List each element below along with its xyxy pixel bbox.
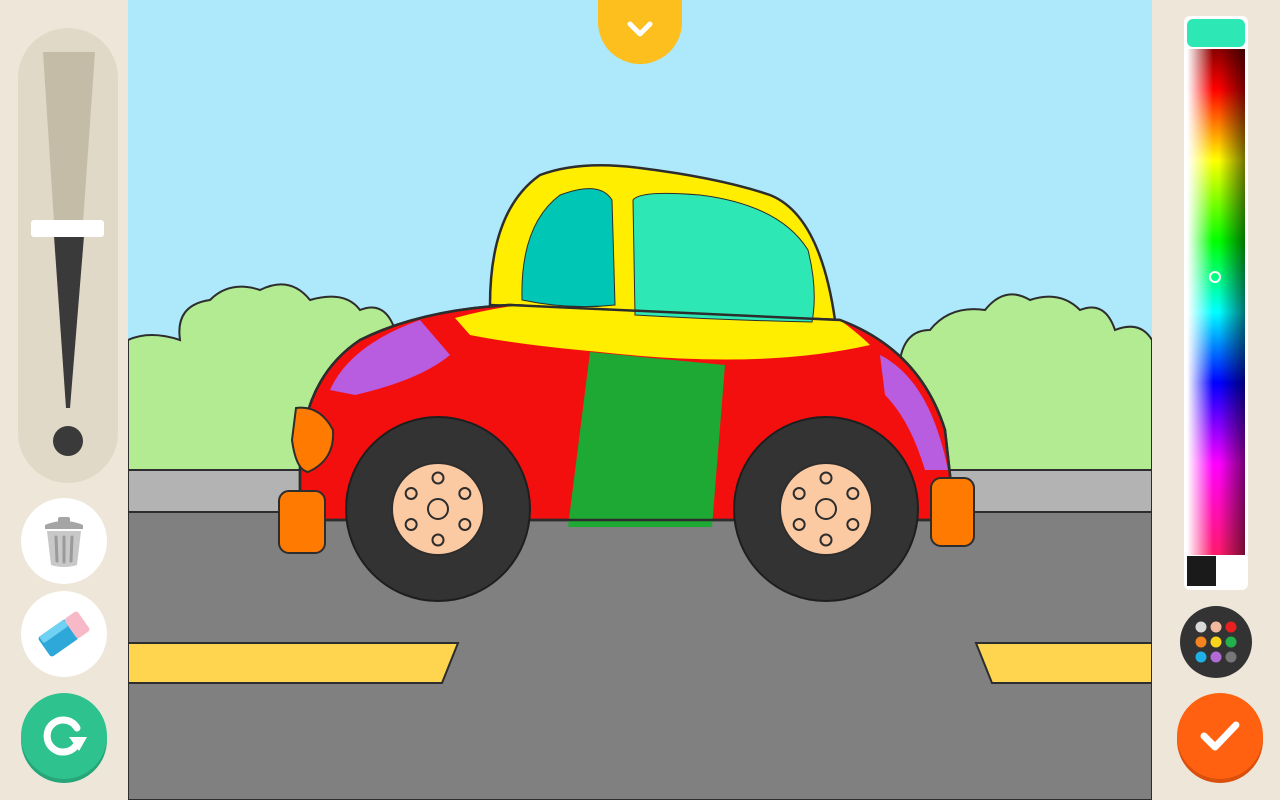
trash-button[interactable]	[21, 498, 107, 584]
palette-dot	[1195, 636, 1207, 648]
eraser-button[interactable]	[21, 591, 107, 677]
brush-size-slider[interactable]	[18, 28, 118, 483]
undo-button[interactable]	[21, 693, 107, 779]
done-button[interactable]	[1177, 693, 1263, 779]
brush-size-handle[interactable]	[31, 220, 104, 237]
wheel-rear	[733, 416, 919, 602]
palette-dot	[1225, 621, 1237, 633]
redo-arrow-icon	[43, 716, 87, 756]
palette-dot	[1210, 651, 1222, 663]
palette-dot	[1225, 636, 1237, 648]
color-picker[interactable]	[1184, 16, 1248, 590]
eraser-icon	[38, 611, 90, 657]
palette-dot	[1195, 651, 1207, 663]
left-toolbar	[0, 0, 128, 800]
brush-size-icon	[31, 52, 104, 456]
trash-icon	[45, 517, 83, 567]
car-drawing[interactable]	[128, 0, 1152, 800]
drawing-canvas[interactable]	[128, 0, 1152, 800]
palette-dot	[1210, 636, 1222, 648]
wheel-front	[345, 416, 531, 602]
bumper-front	[278, 490, 326, 554]
lane-mark-left	[128, 642, 460, 684]
palette-dot	[1225, 651, 1237, 663]
lane-mark-right	[974, 642, 1152, 684]
palette-button[interactable]	[1180, 606, 1252, 678]
chevron-down-icon	[627, 21, 653, 37]
car-door	[568, 352, 725, 527]
palette-dot	[1210, 621, 1222, 633]
color-dots-icon	[1195, 621, 1237, 663]
white-swatch[interactable]	[1216, 556, 1245, 586]
palette-dot	[1195, 621, 1207, 633]
checkmark-icon	[1200, 721, 1240, 751]
color-spectrum[interactable]	[1184, 16, 1248, 590]
black-swatch[interactable]	[1187, 556, 1216, 586]
bumper-rear	[930, 477, 975, 547]
